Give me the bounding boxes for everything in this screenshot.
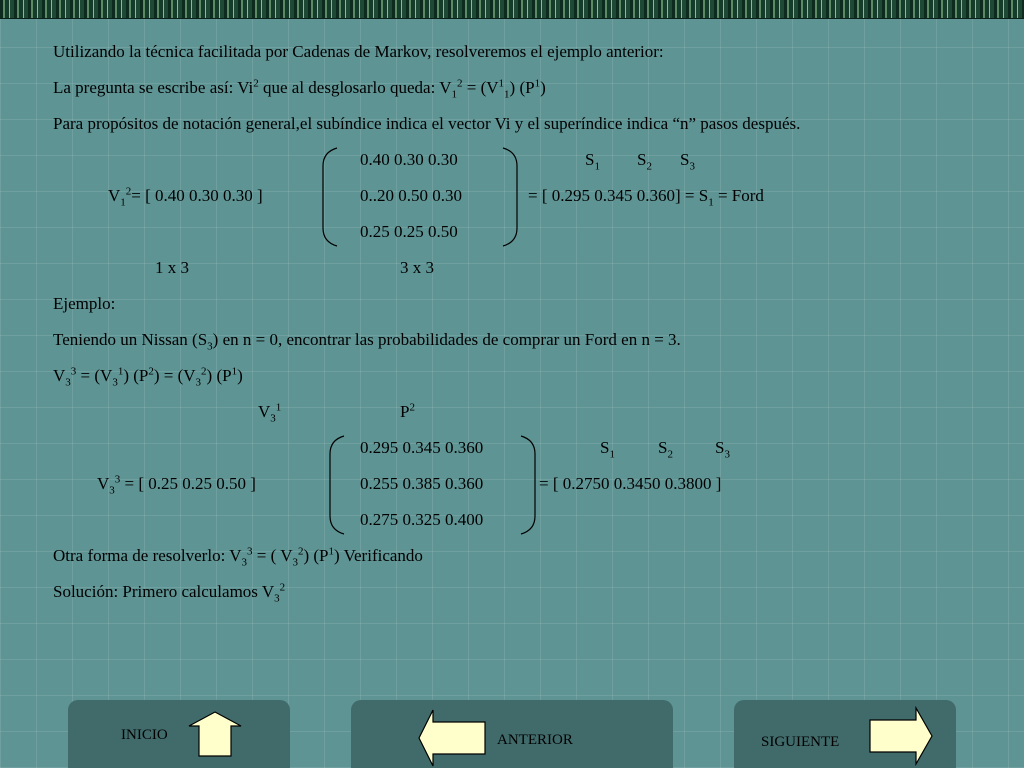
anterior-button[interactable]: ANTERIOR [351,700,673,768]
matrix1-row: 0.40 0.30 0.30 [360,150,458,169]
eq2-lhs: V33 = [ 0.25 0.25 0.50 ] [97,473,256,497]
arrow-up-icon [188,711,242,757]
example-text: Teniendo un Nissan (S3) en n = 0, encont… [53,330,681,353]
eq2-rhs: = [ 0.2750 0.3450 0.3800 ] [539,474,722,493]
dimension-label: 1 x 3 [155,258,189,277]
dimension-label: 3 x 3 [400,258,434,277]
matrix-header: P2 [400,401,415,421]
alternative-line: Otra forma de resolverlo: V33 = ( V32) (… [53,545,423,569]
state-label: S3 [680,150,695,173]
siguiente-button[interactable]: SIGUIENTE [734,700,956,768]
decorative-top-bar [0,0,1024,19]
matrix2-right-paren [520,435,536,535]
notation-line: Para propósitos de notación general,el s… [53,114,801,133]
eq1-rhs: = [ 0.295 0.345 0.360] = S1 = Ford [528,186,764,209]
example-label: Ejemplo: [53,294,116,313]
matrix1-row: 0.25 0.25 0.50 [360,222,458,241]
anterior-label: ANTERIOR [497,732,573,748]
eq1-lhs: V12= [ 0.40 0.30 0.30 ] [108,185,263,209]
matrix2-row: 0.275 0.325 0.400 [360,510,484,529]
matrix1-row: 0..20 0.50 0.30 [360,186,462,205]
solution-line: Solución: Primero calculamos V32 [53,581,286,605]
state-label: S1 [585,150,600,173]
matrix1-left-paren [322,147,338,247]
matrix2-row: 0.295 0.345 0.360 [360,438,484,457]
example-formula: V33 = (V31) (P2) = (V32) (P1) [53,365,243,389]
siguiente-label: SIGUIENTE [761,734,840,750]
state-label: S3 [715,438,730,461]
matrix2-left-paren [329,435,345,535]
inicio-button[interactable]: INICIO [68,700,290,768]
state-label: S2 [658,438,673,461]
inicio-label: INICIO [121,727,168,743]
arrow-right-icon [869,706,933,766]
matrix2-row: 0.255 0.385 0.360 [360,474,484,493]
question-line: La pregunta se escribe así: Vi2 que al d… [53,77,546,101]
intro-line: Utilizando la técnica facilitada por Cad… [53,42,664,61]
matrix1-right-paren [502,147,518,247]
state-label: S2 [637,150,652,173]
vector-header: V31 [258,401,282,425]
arrow-left-icon [418,709,486,767]
state-label: S1 [600,438,615,461]
